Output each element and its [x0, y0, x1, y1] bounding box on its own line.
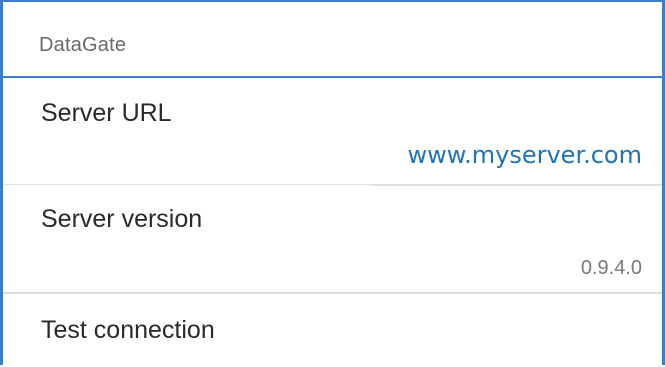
settings-screen: DataGate Server URL www.myserver.com Ser…	[0, 0, 665, 365]
test-connection-preference[interactable]: Test connection	[3, 294, 662, 367]
test-connection-label: Test connection	[41, 316, 215, 344]
server-url-preference[interactable]: Server URL www.myserver.com	[3, 78, 662, 184]
server-version-value: 0.9.4.0	[580, 257, 642, 279]
server-version-preference[interactable]: Server version 0.9.4.0	[3, 185, 662, 292]
section-title: DataGate	[39, 34, 127, 56]
server-url-label: Server URL	[41, 99, 172, 127]
server-version-label: Server version	[41, 205, 203, 233]
section-header: DataGate	[3, 2, 662, 78]
server-url-value: www.myserver.com	[407, 141, 642, 169]
